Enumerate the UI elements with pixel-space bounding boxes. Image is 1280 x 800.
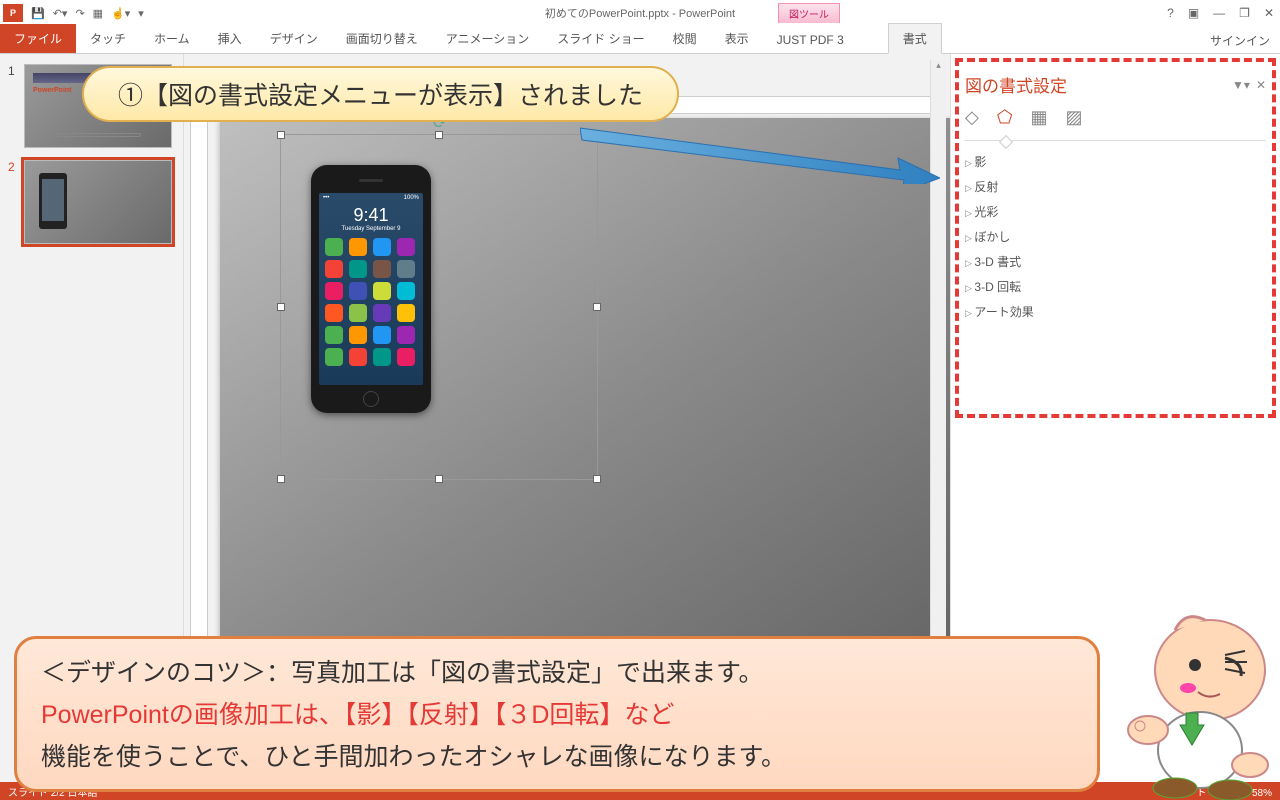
start-slideshow-icon[interactable]: ▦ bbox=[93, 7, 103, 20]
tip-line-2: PowerPointの画像加工は、【影】【反射】【３D回転】など bbox=[41, 695, 1073, 731]
scroll-up-icon[interactable]: ▴ bbox=[931, 60, 946, 76]
tab-animations[interactable]: アニメーション bbox=[432, 24, 544, 53]
redo-icon[interactable]: ↷ bbox=[75, 7, 84, 20]
ribbon-tabs: ファイル タッチ ホーム 挿入 デザイン 画面切り替え アニメーション スライド… bbox=[0, 26, 1280, 54]
annotation-callout-1: ①【図の書式設定メニューが表示】されました bbox=[82, 66, 679, 122]
sign-in-link[interactable]: サインイン bbox=[1210, 32, 1270, 49]
phone-clock: 9:41 bbox=[319, 205, 423, 226]
tab-transitions[interactable]: 画面切り替え bbox=[332, 24, 432, 53]
tab-file[interactable]: ファイル bbox=[0, 24, 76, 53]
resize-handle[interactable] bbox=[435, 475, 443, 483]
tab-justpdf[interactable]: JUST PDF 3 bbox=[763, 27, 858, 53]
tab-slideshow[interactable]: スライド ショー bbox=[543, 24, 658, 53]
minimize-icon[interactable]: — bbox=[1213, 6, 1225, 20]
window-title: 初めてのPowerPoint.pptx - PowerPoint bbox=[545, 5, 735, 21]
title-bar: P 💾 ↶▾ ↷ ▦ ☝▾ ▾ 図ツール 初めてのPowerPoint.pptx… bbox=[0, 0, 1280, 26]
save-icon[interactable]: 💾 bbox=[31, 7, 45, 20]
quick-access-toolbar: 💾 ↶▾ ↷ ▦ ☝▾ ▾ bbox=[31, 7, 144, 20]
touch-mode-icon[interactable]: ☝▾ bbox=[111, 7, 130, 20]
phone-image: •••100% 9:41 Tuesday September 9 bbox=[311, 165, 431, 413]
tab-review[interactable]: 校閲 bbox=[659, 24, 711, 53]
maximize-icon[interactable]: ❐ bbox=[1239, 6, 1250, 20]
tab-view[interactable]: 表示 bbox=[711, 24, 763, 53]
thumb-number: 1 bbox=[8, 64, 24, 148]
thumb-number: 2 bbox=[8, 160, 24, 244]
undo-icon[interactable]: ↶▾ bbox=[53, 7, 68, 20]
slide-thumbnail-2[interactable] bbox=[24, 160, 172, 244]
selected-picture[interactable]: ⟳ •••100% 9:41 Tuesday September 9 bbox=[280, 134, 598, 480]
tip-line-1: ＜デザインのコツ＞：写真加工は「図の書式設定」で出来ます。 bbox=[41, 653, 1073, 689]
resize-handle[interactable] bbox=[593, 475, 601, 483]
resize-handle[interactable] bbox=[277, 303, 285, 311]
app-badge-icon: P bbox=[3, 4, 23, 22]
tab-touch[interactable]: タッチ bbox=[76, 24, 140, 53]
annotation-arrow-icon bbox=[580, 120, 940, 184]
resize-handle[interactable] bbox=[435, 131, 443, 139]
close-icon[interactable]: ✕ bbox=[1264, 6, 1274, 20]
annotation-tip-box: ＜デザインのコツ＞：写真加工は「図の書式設定」で出来ます。 PowerPoint… bbox=[14, 636, 1100, 792]
annotation-highlight-box bbox=[955, 58, 1276, 418]
resize-handle[interactable] bbox=[593, 303, 601, 311]
qat-more-icon[interactable]: ▾ bbox=[138, 7, 144, 20]
ribbon-options-icon[interactable]: ▣ bbox=[1188, 6, 1199, 20]
help-icon[interactable]: ? bbox=[1167, 6, 1174, 20]
tab-picture-format[interactable]: 書式 bbox=[888, 23, 942, 54]
phone-home-button-icon bbox=[363, 391, 379, 407]
tab-insert[interactable]: 挿入 bbox=[204, 24, 256, 53]
resize-handle[interactable] bbox=[277, 475, 285, 483]
tip-line-3: 機能を使うことで、ひと手間加わったオシャレな画像になります。 bbox=[41, 737, 1073, 773]
slide-canvas[interactable]: ⟳ •••100% 9:41 Tuesday September 9 bbox=[220, 118, 950, 648]
thumb1-logo: PowerPoint bbox=[33, 87, 72, 94]
tab-home[interactable]: ホーム bbox=[140, 24, 204, 53]
contextual-tab-label: 図ツール bbox=[778, 3, 840, 23]
tab-design[interactable]: デザイン bbox=[256, 24, 332, 53]
resize-handle[interactable] bbox=[277, 131, 285, 139]
mascot-character-icon bbox=[1080, 600, 1280, 800]
